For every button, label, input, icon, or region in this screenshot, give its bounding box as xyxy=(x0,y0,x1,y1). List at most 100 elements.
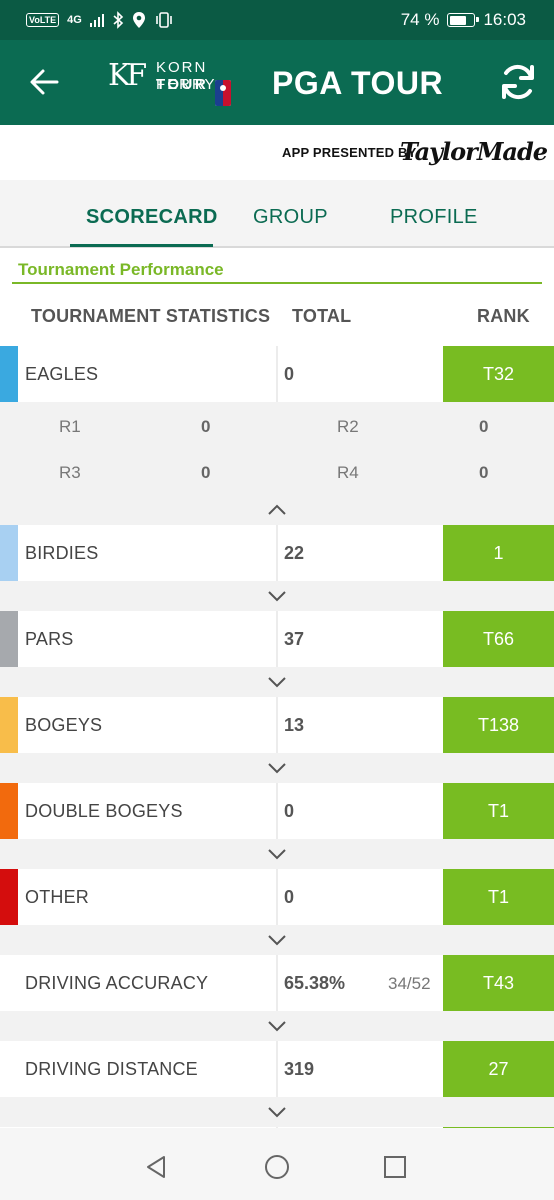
expand-toggle[interactable] xyxy=(0,1011,554,1041)
round-label: R4 xyxy=(337,463,359,482)
expand-toggle[interactable] xyxy=(0,925,554,955)
round-label: R1 xyxy=(59,417,81,436)
stat-rank: T138 xyxy=(443,697,554,753)
signal-icon xyxy=(89,13,105,27)
stat-rank: T43 xyxy=(443,955,554,1011)
stat-fraction: 34/52 xyxy=(388,974,431,993)
stat-total: 13 xyxy=(284,715,305,735)
bluetooth-icon xyxy=(113,11,124,29)
column-header-rank: RANK xyxy=(477,306,530,326)
stat-rank: T66 xyxy=(443,611,554,667)
nav-recents-icon[interactable] xyxy=(382,1154,408,1180)
expand-toggle[interactable] xyxy=(0,839,554,869)
status-left: VoLTE 4G xyxy=(26,11,174,29)
column-divider xyxy=(276,611,278,667)
column-divider xyxy=(276,783,278,839)
status-right: 74 % 16:03 xyxy=(401,10,526,30)
expand-toggle[interactable] xyxy=(0,667,554,697)
app-header: KF KORN FERRY TOUR PGA TOUR xyxy=(0,40,554,125)
column-divider xyxy=(276,697,278,753)
color-indicator xyxy=(0,869,18,925)
expand-toggle[interactable] xyxy=(0,753,554,783)
stat-row-pars[interactable]: PARS 37 T66 xyxy=(0,611,554,667)
chevron-down-icon xyxy=(268,591,286,602)
stat-row-other[interactable]: OTHER 0 T1 xyxy=(0,869,554,925)
stat-row-double-bogeys[interactable]: DOUBLE BOGEYS 0 T1 xyxy=(0,783,554,839)
tab-group[interactable]: GROUP xyxy=(253,206,328,229)
nav-home-icon[interactable] xyxy=(264,1154,290,1180)
stat-label: BOGEYS xyxy=(25,715,103,735)
expand-toggle[interactable] xyxy=(0,581,554,611)
section-divider xyxy=(12,282,542,284)
column-header-total: TOTAL xyxy=(292,306,352,326)
stat-rank: T32 xyxy=(443,346,554,402)
korn-ferry-tour-logo: KF KORN FERRY TOUR xyxy=(108,56,268,110)
chevron-down-icon xyxy=(268,849,286,860)
stat-label: BIRDIES xyxy=(25,543,99,563)
stat-label: DRIVING DISTANCE xyxy=(25,1059,198,1079)
nav-back-icon[interactable] xyxy=(144,1154,170,1180)
collapse-toggle[interactable] xyxy=(0,495,554,525)
stat-row-eagles[interactable]: EAGLES 0 T32 xyxy=(0,346,554,402)
round-value: 0 xyxy=(479,463,489,482)
stat-total: 0 xyxy=(284,801,295,821)
app-screen: VoLTE 4G 74 % 16:03 KF KORN FERRY TOUR P… xyxy=(0,0,554,1200)
eagles-round-breakdown: R1 0 R2 0 R3 0 R4 0 xyxy=(0,402,554,495)
chevron-down-icon xyxy=(268,763,286,774)
column-divider xyxy=(276,869,278,925)
color-indicator xyxy=(0,346,18,402)
app-title: PGA TOUR xyxy=(272,65,444,101)
round-value: 0 xyxy=(201,417,211,436)
stat-row-bogeys[interactable]: BOGEYS 13 T138 xyxy=(0,697,554,753)
column-divider xyxy=(276,346,278,402)
expand-toggle[interactable] xyxy=(0,1097,554,1127)
refresh-icon[interactable] xyxy=(496,60,540,104)
section-title: Tournament Performance xyxy=(18,260,224,279)
battery-icon xyxy=(447,13,480,27)
round-label: R3 xyxy=(59,463,81,482)
stat-total: 65.38% xyxy=(284,973,346,993)
round-value: 0 xyxy=(479,417,489,436)
stat-row-birdies[interactable]: BIRDIES 22 1 xyxy=(0,525,554,581)
sponsor-label: APP PRESENTED BY xyxy=(282,145,417,160)
column-header-stat: TOURNAMENT STATISTICS xyxy=(31,306,271,326)
stat-label: DOUBLE BOGEYS xyxy=(25,801,183,821)
battery-percent: 74 % xyxy=(400,10,440,29)
tab-profile[interactable]: PROFILE xyxy=(390,206,478,229)
clock: 16:03 xyxy=(483,10,526,29)
stat-total: 0 xyxy=(284,887,295,907)
kf-monogram-icon: KF xyxy=(108,58,147,93)
stat-label: PARS xyxy=(25,629,74,649)
chevron-down-icon xyxy=(268,677,286,688)
stat-row-driving-accuracy[interactable]: DRIVING ACCURACY 65.38% 34/52 T43 xyxy=(0,955,554,1011)
round-value: 0 xyxy=(201,463,211,482)
vibrate-icon xyxy=(156,12,173,28)
stat-label: EAGLES xyxy=(25,364,99,384)
color-indicator xyxy=(0,783,18,839)
location-icon xyxy=(133,12,146,28)
stat-total: 37 xyxy=(284,629,305,649)
status-bar: VoLTE 4G 74 % 16:03 xyxy=(0,0,554,40)
stat-rank: T1 xyxy=(443,783,554,839)
back-arrow-icon[interactable] xyxy=(26,62,66,102)
active-tab-indicator xyxy=(70,244,213,247)
chevron-up-icon xyxy=(268,504,286,515)
taylormade-logo: TaylorMade xyxy=(400,137,548,166)
color-indicator xyxy=(0,611,18,667)
stat-label: OTHER xyxy=(25,887,89,907)
column-divider xyxy=(276,1041,278,1097)
logo-text-bottom: TOUR xyxy=(156,76,209,93)
sponsor-banner[interactable]: APP PRESENTED BY TaylorMade xyxy=(0,125,554,180)
stat-rank: 1 xyxy=(443,525,554,581)
color-indicator xyxy=(0,697,18,753)
stat-total: 0 xyxy=(284,364,295,384)
column-divider xyxy=(276,525,278,581)
stat-total: 319 xyxy=(284,1059,315,1079)
chevron-down-icon xyxy=(268,935,286,946)
tab-bar: SCORECARD GROUP PROFILE xyxy=(0,180,554,248)
pga-tour-badge-icon xyxy=(215,80,231,106)
stat-row-driving-distance[interactable]: DRIVING DISTANCE 319 27 xyxy=(0,1041,554,1097)
tab-scorecard[interactable]: SCORECARD xyxy=(86,206,218,229)
round-label: R2 xyxy=(337,417,359,436)
battery-fill xyxy=(449,15,466,25)
